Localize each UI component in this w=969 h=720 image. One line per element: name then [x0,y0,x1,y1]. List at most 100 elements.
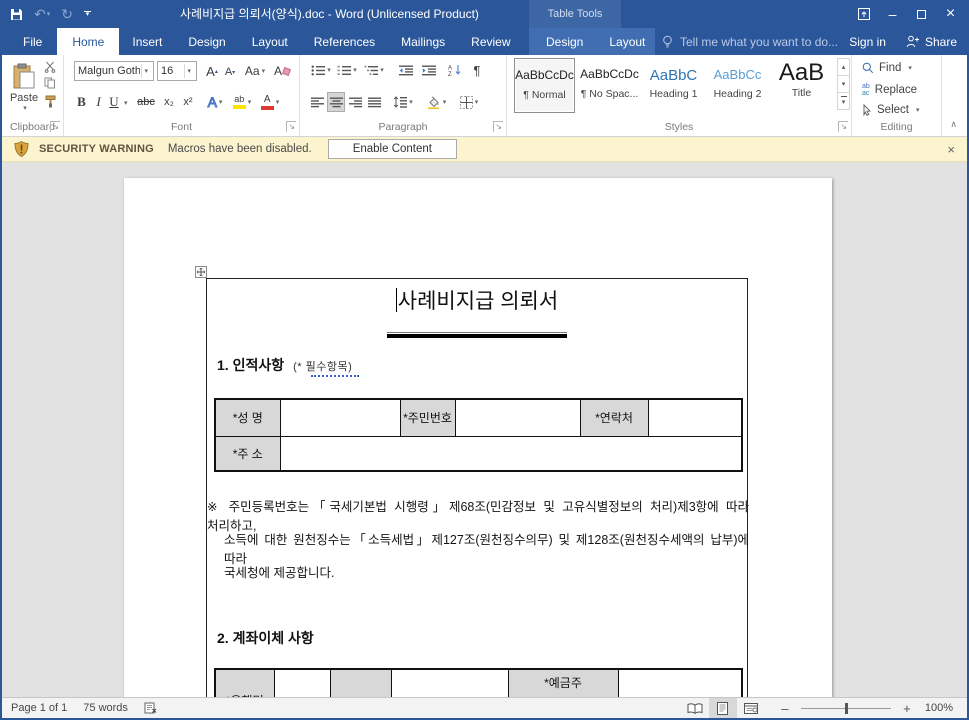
decrease-indent-button[interactable] [396,61,416,79]
contact-input-cell[interactable] [648,399,742,436]
find-button[interactable]: Find▾ [862,62,912,74]
align-left-button[interactable] [308,92,326,112]
tab-table-design[interactable]: Design [533,28,596,55]
account-label-cell[interactable] [330,669,391,697]
undo-dropdown-icon[interactable]: ▾ [47,11,51,18]
enable-content-button[interactable]: Enable Content [328,139,457,159]
redo-button[interactable]: ↻ [61,7,73,21]
align-center-button[interactable] [327,92,345,112]
zoom-slider[interactable] [801,708,891,709]
replace-button[interactable]: abac Replace [862,83,917,97]
font-size-combo[interactable]: 16 ▾ [157,61,197,81]
style-heading1[interactable]: AaBbC Heading 1 [643,58,704,113]
style-normal[interactable]: AaBbCcDc ¶ Normal [514,58,575,113]
tab-table-layout[interactable]: Layout [596,28,658,55]
sign-in-button[interactable]: Sign in [849,35,886,49]
print-layout-button[interactable] [709,698,737,718]
read-mode-button[interactable] [681,698,709,718]
tab-home[interactable]: Home [57,28,119,55]
style-no-spacing[interactable]: AaBbCcDc ¶ No Spac... [579,58,640,113]
borders-button[interactable]: ▾ [455,92,483,112]
paste-button[interactable]: Paste ▾ [10,59,38,115]
tab-references[interactable]: References [301,28,388,55]
page-indicator[interactable]: Page 1 of 1 [11,702,67,714]
collapse-ribbon-button[interactable]: ∧ [950,119,957,130]
tab-insert[interactable]: Insert [119,28,175,55]
tab-review[interactable]: Review [458,28,523,55]
undo-button[interactable]: ↶▾ [34,7,50,21]
address-input-cell[interactable] [280,436,742,471]
zoom-level[interactable]: 100% [925,702,953,714]
font-name-dropdown-icon[interactable]: ▾ [141,64,150,78]
change-case-button[interactable]: Aa▾ [243,61,267,81]
paste-dropdown-icon[interactable]: ▾ [23,104,27,112]
align-right-button[interactable] [346,92,364,112]
proofing-status-icon[interactable] [144,702,158,714]
zoom-in-button[interactable]: + [901,701,913,716]
warning-close-icon[interactable]: × [947,142,955,157]
name-input-cell[interactable] [280,399,400,436]
superscript-button[interactable]: x² [179,92,197,112]
paragraph-dialog-launcher[interactable]: ↘ [493,121,503,132]
paragraph-mark-button[interactable]: ¶ [468,61,486,79]
resident-id-input-cell[interactable] [455,399,580,436]
highlight-button[interactable]: ab▾ [230,92,254,112]
contact-label-cell[interactable]: *연락처 [580,399,648,436]
styles-scroll-down-button[interactable]: ▾ [837,75,850,93]
style-title[interactable]: AaB Title [771,58,832,113]
subscript-button[interactable]: x₂ [160,92,178,112]
font-size-dropdown-icon[interactable]: ▾ [184,64,193,78]
copy-button[interactable] [42,76,58,90]
sort-button[interactable]: AZ [445,61,465,79]
tell-me-box[interactable]: Tell me what you want to do... [662,28,838,55]
minimize-button[interactable]: – [878,0,907,28]
font-dialog-launcher[interactable]: ↘ [286,121,296,132]
name-label-cell[interactable]: *성 명 [215,399,280,436]
font-name-combo[interactable]: Malgun Gothic ▾ [74,61,154,81]
font-color-button[interactable]: A▾ [258,92,282,112]
tab-layout[interactable]: Layout [239,28,301,55]
customize-qat-button[interactable]: ▾ [84,11,91,17]
document-page[interactable]: 사례비지급 의뢰서 1. 인적사항(* 필수항목) *성 명 *주민번호 *연락… [124,178,832,697]
strikethrough-button[interactable]: abc [134,92,158,112]
multilevel-list-button[interactable]: ▾ [362,61,386,79]
format-painter-button[interactable] [42,93,58,109]
document-area[interactable]: 사례비지급 의뢰서 1. 인적사항(* 필수항목) *성 명 *주민번호 *연락… [2,162,967,697]
web-layout-button[interactable] [737,698,765,718]
text-effects-button[interactable]: A▾ [204,92,226,112]
holder-input-cell[interactable] [618,669,742,697]
tab-file[interactable]: File [8,28,57,55]
underline-button[interactable]: U [107,92,121,112]
save-icon[interactable] [10,8,23,21]
tab-design[interactable]: Design [175,28,238,55]
bank-input-cell[interactable] [274,669,330,697]
maximize-button[interactable] [907,0,936,28]
increase-indent-button[interactable] [419,61,439,79]
justify-button[interactable] [365,92,383,112]
address-label-cell[interactable]: *주 소 [215,436,280,471]
zoom-slider-thumb[interactable] [845,703,848,714]
cut-button[interactable] [42,60,58,74]
italic-button[interactable]: I [92,92,105,112]
close-button[interactable]: × [936,0,965,28]
resident-id-label-cell[interactable]: *주민번호 [400,399,455,436]
clipboard-dialog-launcher[interactable]: ↘ [50,121,60,132]
select-button[interactable]: Select▾ [862,104,919,116]
zoom-out-button[interactable]: – [779,701,791,716]
share-button[interactable]: Share [906,35,957,49]
numbering-button[interactable]: ▾ [336,61,358,79]
shading-button[interactable]: ▾ [422,92,450,112]
styles-scroll-up-button[interactable]: ▴ [837,58,850,76]
table-move-handle[interactable] [195,266,207,278]
ribbon-display-options-button[interactable] [849,0,878,28]
tab-mailings[interactable]: Mailings [388,28,458,55]
word-count[interactable]: 75 words [83,702,128,714]
shrink-font-button[interactable]: A▾ [222,63,238,81]
grow-font-button[interactable]: A▴ [203,61,221,81]
underline-dropdown-icon[interactable]: ▾ [124,99,128,107]
styles-gallery-more-button[interactable]: ▾ [837,92,850,110]
line-spacing-button[interactable]: ▾ [390,92,416,112]
account-input-cell[interactable] [391,669,508,697]
style-heading2[interactable]: AaBbCc Heading 2 [707,58,768,113]
bullets-button[interactable]: ▾ [310,61,332,79]
